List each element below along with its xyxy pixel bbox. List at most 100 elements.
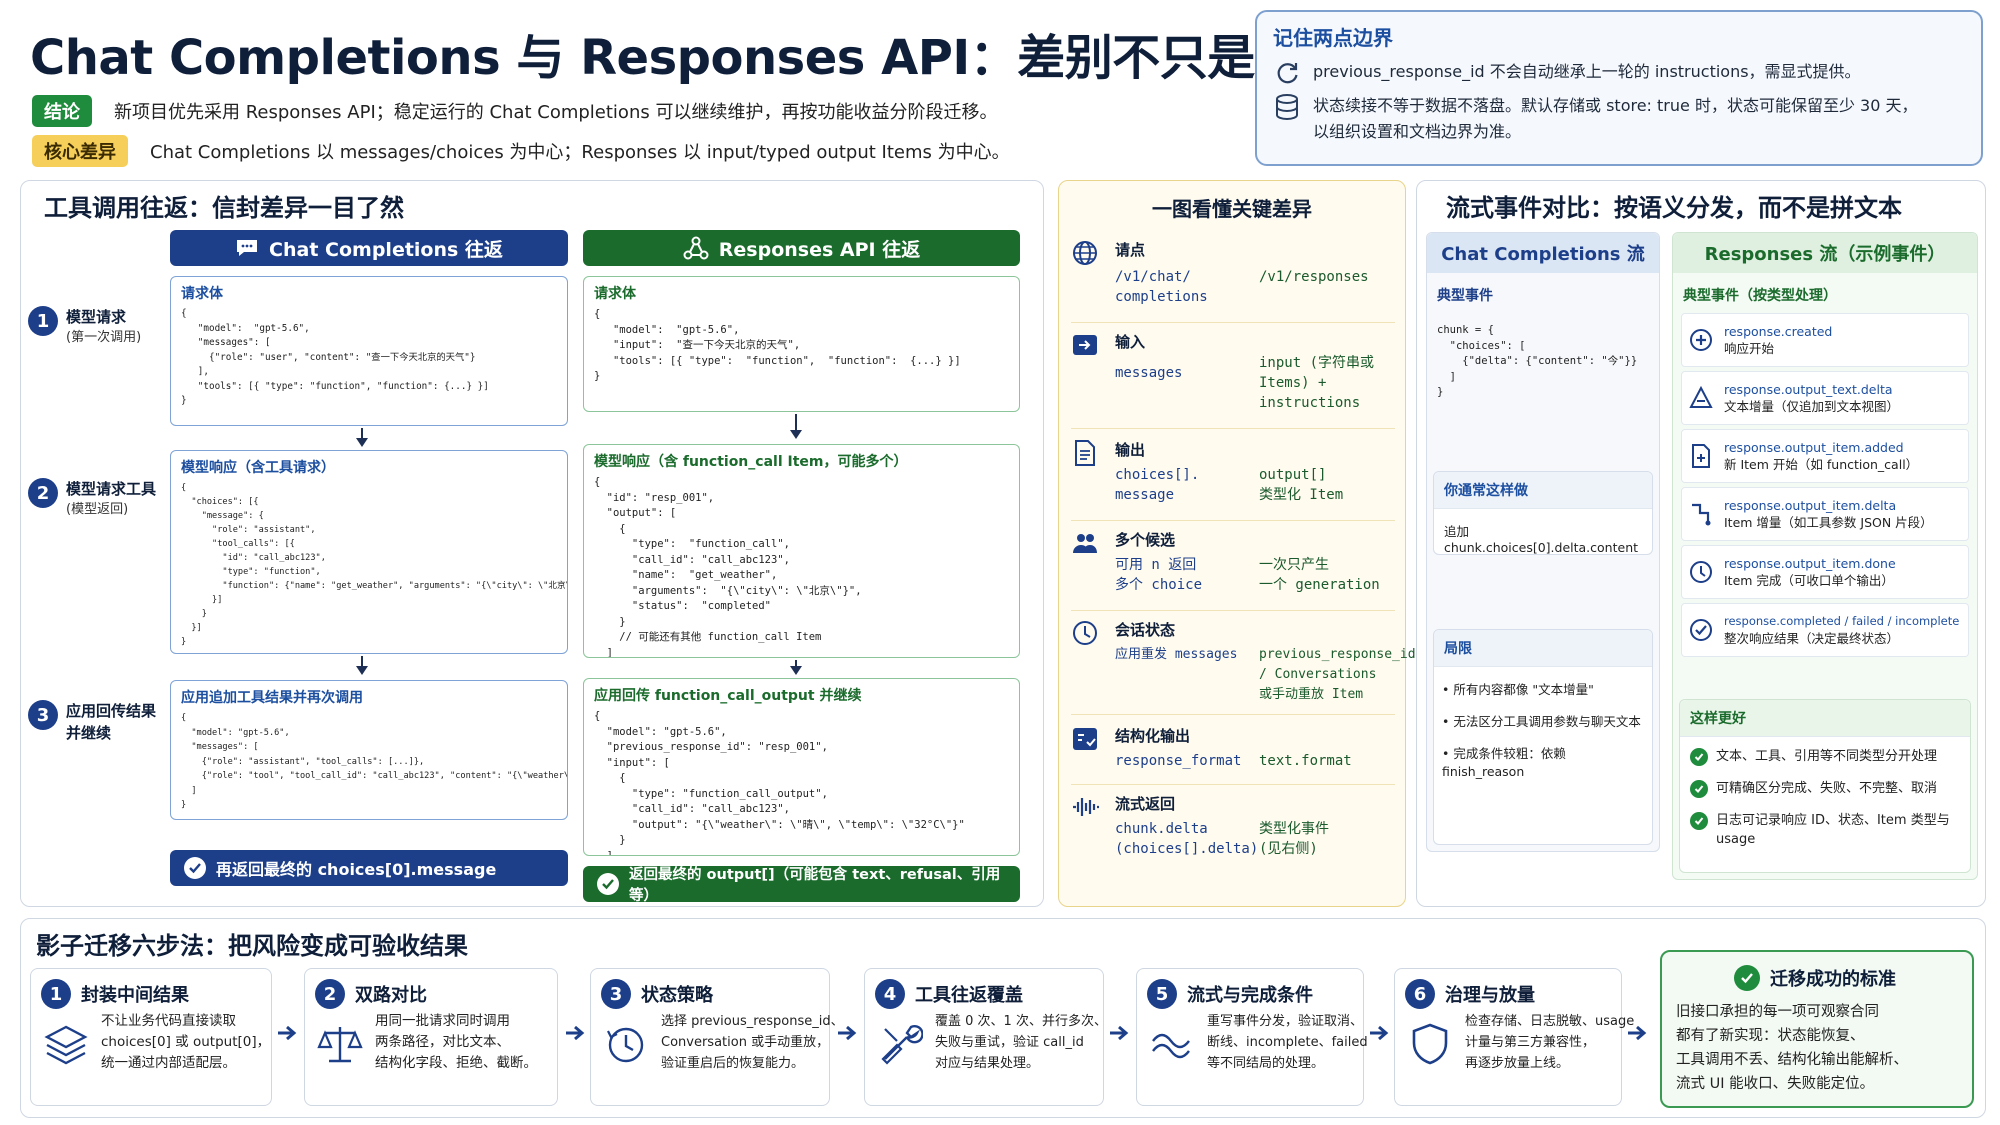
conclusion-text: 新项目优先采用 Responses API；稳定运行的 Chat Complet… bbox=[114, 102, 998, 123]
success-title: 迁移成功的标准 bbox=[1770, 968, 1896, 990]
connector-icon bbox=[1692, 503, 1711, 526]
arrow-head bbox=[790, 666, 802, 675]
arrow-right-icon bbox=[1370, 1025, 1389, 1041]
step-sub: (模型返回) bbox=[66, 502, 129, 517]
responses-result-text: 返回最终的 output[]（可能包含 text、refusal、引用等） bbox=[629, 867, 1001, 904]
migration-step-5: 5 流式与完成条件 重写事件分发，验证取消、 断线、incomplete、fail… bbox=[1136, 968, 1368, 1106]
better-text: 日志可记录响应 ID、状态、Item 类型与 usage bbox=[1716, 813, 1950, 847]
boundary-box: 记住两点边界 previous_response_id 不会自动继承上一轮的 i… bbox=[1255, 10, 1983, 166]
diff-label: 会话状态 bbox=[1115, 621, 1176, 639]
check-icon bbox=[1690, 812, 1708, 830]
diff-resp-value: 一次只产生 一个 generation bbox=[1259, 557, 1380, 593]
input-icon bbox=[1073, 335, 1097, 355]
diff-row-streaming: 流式返回 chunk.delta (choices[].delta) 类型化事件… bbox=[1071, 791, 1395, 891]
event-desc: 响应开始 bbox=[1724, 341, 1775, 356]
diff-chat-value: /v1/chat/ completions bbox=[1115, 269, 1208, 305]
balance-scale-icon bbox=[317, 1027, 363, 1063]
arrow-head bbox=[790, 430, 802, 439]
step-number: 3 bbox=[28, 700, 58, 730]
better-item: 可精确区分完成、失败、不完整、取消 bbox=[1690, 779, 1962, 798]
box-title: 模型响应（含工具请求） bbox=[181, 460, 335, 476]
diff-chat-value: response_format bbox=[1115, 753, 1242, 769]
chat-typical-title: 典型事件 bbox=[1437, 288, 1493, 304]
stream-event: response.completed / failed / incomplete… bbox=[1681, 603, 1969, 657]
chat-column-title: Chat Completions 往返 bbox=[269, 238, 503, 261]
check-icon bbox=[184, 857, 206, 879]
core-diff-tag: 核心差异 bbox=[32, 135, 128, 167]
stream-event: response.output_item.added 新 Item 开始（如 fu… bbox=[1681, 429, 1969, 483]
box-title: 模型响应（含 function_call Item，可能多个） bbox=[594, 454, 908, 470]
usual-text: 追加 chunk.choices[0].delta.content bbox=[1444, 524, 1639, 555]
stream-event: response.output_item.delta Item 增量（如工具参数 … bbox=[1681, 487, 1969, 541]
diff-chat-value: messages bbox=[1115, 365, 1183, 381]
responses-result-bar: 返回最终的 output[]（可能包含 text、refusal、引用等） bbox=[583, 866, 1020, 904]
diff-resp-value: 类型化事件 (见右侧) bbox=[1259, 821, 1329, 857]
migration-step-2: 2 双路对比 用同一批请求同时调用 两条路径，对比文本、 结构化字段、拒绝、截断。 bbox=[304, 968, 558, 1106]
chat-request-box: 请求体 { "model": "gpt-5.6", "messages": [ … bbox=[170, 276, 568, 426]
arrow-right-icon bbox=[278, 1025, 297, 1041]
chat-stream-header: Chat Completions 流 bbox=[1427, 233, 1659, 273]
diff-row-structured: 结构化输出 response_format text.format bbox=[1071, 723, 1395, 785]
box-title: 请求体 bbox=[181, 286, 223, 302]
responses-column-title: Responses API 往返 bbox=[718, 238, 921, 261]
responses-column-header: Responses API 往返 bbox=[583, 230, 1020, 266]
limit-text: 无法区分工具调用参数与聊天文本 bbox=[1453, 714, 1641, 729]
network-icon bbox=[683, 236, 709, 260]
code-block: { "model": "gpt-5.6", "messages": [ {"ro… bbox=[181, 308, 489, 406]
diff-resp-value: /v1/responses bbox=[1259, 269, 1369, 285]
step-desc: 选择 previous_response_id、 Conversation 或手… bbox=[661, 1014, 844, 1071]
check-circle-icon bbox=[1690, 619, 1712, 641]
responses-stream-column: Responses 流（示例事件） 典型事件（按类型处理） response.c… bbox=[1672, 232, 1978, 880]
migration-step-1: 1 封装中间结果 不让业务代码直接读取 choices[0] 或 output[0… bbox=[30, 968, 272, 1106]
limit-item: • 所有内容都像 "文本增量" bbox=[1442, 682, 1594, 697]
step-number: 2 bbox=[315, 979, 345, 1009]
chat-column-header: Chat Completions 往返 bbox=[170, 230, 568, 266]
chat-stream-column: Chat Completions 流 典型事件 chunk = { "choic… bbox=[1426, 232, 1660, 852]
step-desc: 用同一批请求同时调用 两条路径，对比文本、 结构化字段、拒绝、截断。 bbox=[375, 1013, 537, 1071]
event-name: response.output_item.added bbox=[1724, 440, 1904, 455]
diff-resp-value: input (字符串或 Items) + instructions bbox=[1259, 355, 1375, 411]
step-sub: 并继续 bbox=[66, 724, 112, 742]
diff-chat-value: chunk.delta (choices[].delta) bbox=[1115, 821, 1259, 857]
shield-icon bbox=[1412, 1023, 1448, 1065]
step-number: 1 bbox=[28, 306, 58, 336]
diff-row-input: 输入 messages input (字符串或 Items) + instruc… bbox=[1071, 329, 1395, 429]
core-diff-row: 核心差异 Chat Completions 以 messages/choices… bbox=[32, 135, 1010, 167]
migration-step-6: 6 治理与放量 检查存储、日志脱敏、usage 计量与第三方兼容性， 再逐步放量上… bbox=[1394, 968, 1634, 1106]
boundary-item: previous_response_id 不会自动继承上一轮的 instruct… bbox=[1273, 59, 1965, 87]
code-block: { "choices": [{ "message": { "role": "as… bbox=[181, 483, 567, 647]
stream-event: response.output_text.delta 文本增量（仅追加到文本视图） bbox=[1681, 371, 1969, 425]
step-title: 双路对比 bbox=[355, 985, 427, 1006]
arrow-right-icon bbox=[566, 1025, 585, 1041]
boundary-text-1: previous_response_id 不会自动继承上一轮的 instruct… bbox=[1313, 62, 1861, 81]
responses-stream-header: Responses 流（示例事件） bbox=[1673, 233, 1977, 273]
history-clock-icon bbox=[607, 1027, 644, 1063]
step-number: 5 bbox=[1147, 979, 1177, 1009]
success-text: 旧接口承担的每一项可观察合同 都有了新实现：状态能恢复、 工具调用不丢、结构化输… bbox=[1676, 1004, 1908, 1092]
tool-step-3: 3 应用回传结果 并继续 bbox=[28, 700, 156, 744]
wave-stream-icon bbox=[1152, 1033, 1190, 1059]
conclusion-tag: 结论 bbox=[32, 95, 92, 127]
diff-row-candidates: 多个候选 可用 n 返回 多个 choice 一次只产生 一个 generati… bbox=[1071, 527, 1395, 611]
limit-text: 完成条件较粗：依赖 finish_reason bbox=[1442, 746, 1566, 779]
code-block: { "id": "resp_001", "output": [ { "type"… bbox=[594, 476, 862, 658]
event-desc: 整次响应结果（决定最终状态） bbox=[1724, 631, 1900, 646]
boundary-text-2a: 状态续接不等于数据不落盘。默认存储或 store: true 时，状态可能保留至… bbox=[1313, 96, 1918, 115]
plus-circle-icon bbox=[1690, 329, 1712, 351]
step-number: 2 bbox=[28, 478, 58, 508]
text-delta-icon bbox=[1689, 385, 1713, 408]
step-title: 状态策略 bbox=[641, 985, 713, 1006]
usual-title: 你通常这样做 bbox=[1434, 472, 1652, 509]
box-title: 应用追加工具结果并再次调用 bbox=[181, 690, 363, 706]
diff-label: 结构化输出 bbox=[1115, 727, 1191, 745]
diff-label: 多个候选 bbox=[1115, 531, 1176, 549]
check-icon bbox=[1690, 780, 1708, 798]
stream-panel-title: 流式事件对比：按语义分发，而不是拼文本 bbox=[1446, 194, 1902, 222]
limit-text: 所有内容都像 "文本增量" bbox=[1453, 682, 1594, 697]
step-number: 4 bbox=[875, 979, 905, 1009]
code-block: { "model": "gpt-5.6", "previous_response… bbox=[594, 710, 965, 856]
diff-chat-value: choices[]. message bbox=[1115, 467, 1200, 503]
step-desc: 覆盖 0 次、1 次、并行多次、 失败与重试，验证 call_id 对应与结果处… bbox=[935, 1014, 1107, 1071]
better-item: 日志可记录响应 ID、状态、Item 类型与 usage bbox=[1690, 811, 1962, 849]
event-desc: Item 增量（如工具参数 JSON 片段） bbox=[1724, 515, 1933, 530]
